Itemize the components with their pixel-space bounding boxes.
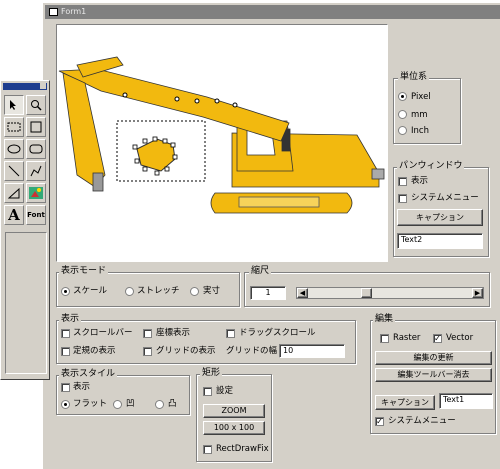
rounded-rect-icon[interactable] (26, 139, 46, 159)
raster-label: Raster (393, 333, 421, 343)
units-pixel-radio[interactable] (398, 92, 407, 101)
display-style-title: 表示スタイル (59, 369, 118, 379)
mode-scale-label: スケール (73, 286, 108, 296)
rect-setting-checkbox[interactable] (203, 387, 212, 396)
vector-label: Vector (446, 333, 474, 343)
scale-value-input[interactable]: 1 (250, 286, 286, 300)
vector-checkbox[interactable]: ✓ (433, 334, 442, 343)
units-inch-label: Inch (411, 126, 429, 136)
scrollbar-checkbox[interactable] (61, 329, 70, 338)
select-rect-icon[interactable] (4, 117, 24, 137)
window-titlebar[interactable]: Form1 (45, 5, 500, 19)
pan-system-menu-label: システムメニュー (411, 193, 479, 203)
grid-width-input[interactable]: 10 (279, 344, 345, 358)
rect-setting-label: 設定 (216, 386, 234, 396)
rectdrawfix-checkbox[interactable] (203, 445, 212, 454)
size-100-button[interactable]: 100 x 100 (203, 421, 265, 435)
edit-caption-input[interactable]: Text1 (439, 393, 493, 409)
hide-edit-toolbar-button[interactable]: 編集ツールバー消去 (375, 368, 492, 382)
coords-label: 座標表示 (156, 328, 191, 338)
units-mm-label: mm (411, 110, 428, 120)
ruler-label: 定規の表示 (73, 346, 116, 356)
toolbox-panel (5, 232, 47, 374)
mode-stretch-label: ストレッチ (137, 286, 180, 296)
mode-actual-label: 実寸 (203, 286, 221, 296)
raster-checkbox[interactable] (380, 334, 389, 343)
edit-title: 編集 (373, 314, 396, 324)
style-sunken-label: 凹 (126, 399, 135, 409)
style-sunken-radio[interactable] (113, 400, 122, 409)
rectangle-icon[interactable] (26, 117, 46, 137)
units-pixel-label: Pixel (411, 92, 431, 102)
style-flat-label: フラット (73, 399, 108, 409)
polyline-icon[interactable] (26, 161, 46, 181)
pan-show-checkbox[interactable] (398, 177, 407, 186)
toolbox-grid: A Font (4, 95, 48, 227)
display-title: 表示 (59, 314, 82, 324)
style-show-checkbox[interactable] (61, 383, 70, 392)
window-icon (49, 8, 58, 16)
scale-scrollbar[interactable]: ◀ ▶ (296, 287, 484, 299)
toolbox-close-icon[interactable] (40, 83, 46, 89)
style-flat-radio[interactable] (61, 400, 70, 409)
coords-checkbox[interactable] (143, 329, 152, 338)
scroll-right-icon[interactable]: ▶ (472, 288, 483, 298)
grid-label: グリッドの表示 (156, 346, 216, 356)
edit-system-menu-checkbox[interactable]: ✓ (375, 417, 384, 426)
mode-scale-radio[interactable] (61, 287, 70, 296)
edit-update-button[interactable]: 編集の更新 (375, 351, 492, 365)
pan-window-title: パンウィンドウ (397, 161, 465, 171)
mode-actual-radio[interactable] (190, 287, 199, 296)
image-icon[interactable] (26, 183, 46, 203)
ruler-checkbox[interactable] (61, 347, 70, 356)
zoom-button[interactable]: ZOOM (203, 404, 265, 418)
pointer-icon[interactable] (4, 95, 24, 115)
pan-show-label: 表示 (411, 176, 429, 186)
grid-checkbox[interactable] (143, 347, 152, 356)
style-raised-radio[interactable] (155, 400, 164, 409)
drag-scroll-checkbox[interactable] (226, 329, 235, 338)
units-mm-radio[interactable] (398, 110, 407, 119)
zoom-icon[interactable] (26, 95, 46, 115)
scroll-left-icon[interactable]: ◀ (297, 288, 308, 298)
rect-title: 矩形 (200, 368, 223, 378)
units-inch-radio[interactable] (398, 126, 407, 135)
style-show-label: 表示 (73, 382, 91, 392)
line-icon[interactable] (4, 161, 24, 181)
ellipse-icon[interactable] (4, 139, 24, 159)
polygon-icon[interactable] (4, 183, 24, 203)
scrollbar-label: スクロールバー (73, 328, 133, 338)
rectdrawfix-label: RectDrawFix (216, 444, 269, 454)
excavator-drawing (58, 56, 385, 214)
scroll-thumb[interactable] (361, 288, 372, 298)
pan-caption-button[interactable]: キャプション (397, 209, 483, 226)
display-style-group (56, 375, 190, 415)
edit-caption-button[interactable]: キャプション (375, 395, 435, 410)
text-icon[interactable]: A (4, 205, 24, 225)
pan-caption-input[interactable]: Text2 (397, 233, 483, 249)
font-icon[interactable]: Font (26, 205, 46, 225)
pan-system-menu-checkbox[interactable] (398, 194, 407, 203)
display-mode-title: 表示モード (59, 266, 109, 276)
drag-scroll-label: ドラッグスクロール (239, 328, 316, 338)
scale-title: 縮尺 (249, 266, 272, 276)
mode-stretch-radio[interactable] (125, 287, 134, 296)
drawing-canvas[interactable] (56, 24, 388, 262)
units-title: 単位系 (398, 72, 430, 82)
edit-system-menu-label: システムメニュー (388, 416, 456, 426)
style-raised-label: 凸 (168, 399, 177, 409)
grid-width-label: グリッドの幅 (226, 346, 278, 356)
